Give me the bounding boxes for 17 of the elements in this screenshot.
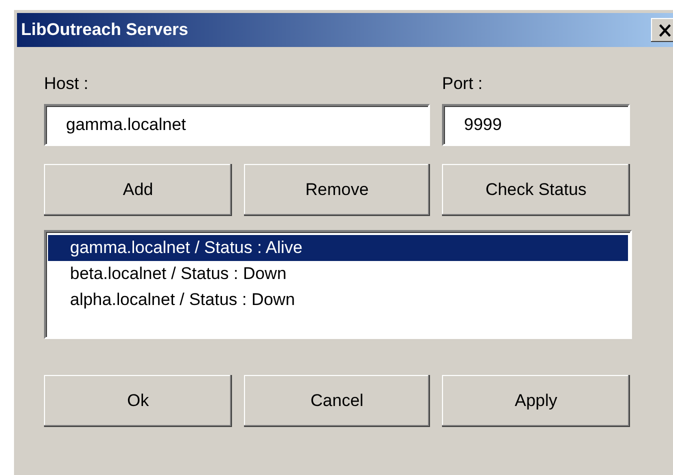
server-list-item[interactable]: beta.localnet / Status : Down bbox=[48, 261, 628, 287]
port-field[interactable]: 9999 bbox=[442, 104, 630, 146]
dialog-button[interactable]: Cancel bbox=[244, 375, 430, 427]
action-button[interactable]: Add bbox=[44, 164, 232, 216]
close-button[interactable] bbox=[651, 18, 673, 42]
host-field[interactable]: gamma.localnet bbox=[44, 104, 430, 146]
server-list-item[interactable]: gamma.localnet / Status : Alive bbox=[48, 235, 628, 261]
action-button[interactable]: Check Status bbox=[442, 164, 630, 216]
dialog-button[interactable]: Apply bbox=[442, 375, 630, 427]
window-title: LibOutreach Servers bbox=[21, 20, 188, 40]
port-label: Port : bbox=[442, 74, 484, 95]
close-icon bbox=[658, 24, 672, 36]
action-button[interactable]: Remove bbox=[244, 164, 430, 216]
dialog-button[interactable]: Ok bbox=[44, 375, 232, 427]
server-list-item[interactable]: alpha.localnet / Status : Down bbox=[48, 287, 628, 313]
host-label: Host : bbox=[44, 74, 90, 95]
server-list[interactable]: gamma.localnet / Status : Alive beta.localnet / Status : Down alpha.localnet / Status : Down bbox=[44, 230, 632, 339]
